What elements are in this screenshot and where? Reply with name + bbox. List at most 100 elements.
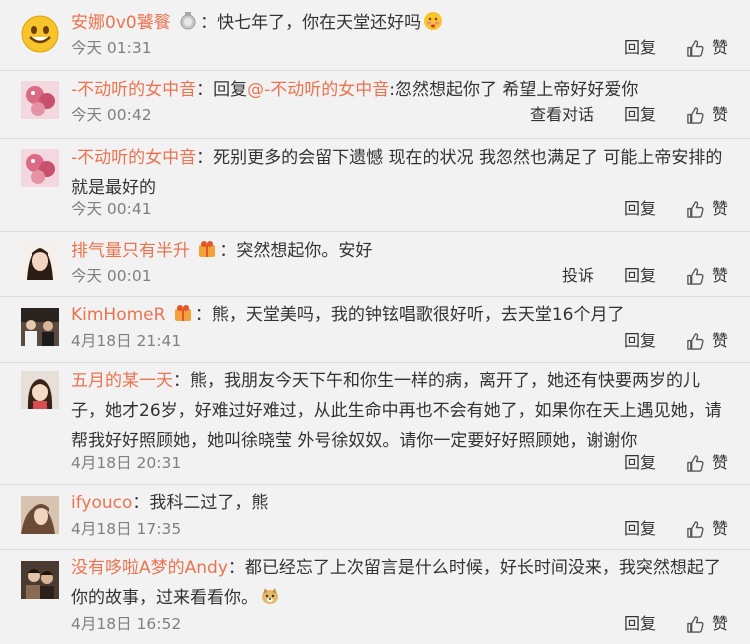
thumbs-up-icon: [687, 615, 704, 633]
comment-actions: 回复 赞: [624, 519, 728, 539]
reply-button[interactable]: 回复: [624, 331, 656, 351]
comment-actions: 回复 赞: [624, 331, 728, 351]
comment-text: ：我科二过了，熊: [132, 493, 269, 513]
comment-body: 五月的某一天：熊，我朋友今天下午和你生一样的病，离开了，她还有快要两岁的儿子，她…: [71, 366, 732, 456]
comment-text: :忽然想起你了 希望上帝好好爱你: [389, 80, 639, 100]
comment-actions: 投诉 回复 赞: [562, 266, 728, 286]
like-label: 赞: [711, 614, 728, 633]
like-button[interactable]: 赞: [686, 614, 728, 634]
username[interactable]: ifyouco: [71, 493, 132, 513]
doge-emoji-icon: [260, 586, 280, 606]
comment-text: ：熊，天堂美吗，我的钟铉唱歌很好听，去天堂16个月了: [194, 305, 625, 325]
portrait-photo-icon: [21, 496, 59, 534]
comment-body: KimHomeR ：熊，天堂美吗，我的钟铉唱歌很好听，去天堂16个月了: [71, 300, 732, 330]
thumbs-up-icon: [687, 39, 704, 57]
yellow-smiley-icon: [21, 15, 59, 53]
avatar[interactable]: [21, 496, 59, 534]
reply-button[interactable]: 回复: [624, 199, 656, 219]
like-label: 赞: [711, 331, 728, 350]
username[interactable]: 没有哆啦A梦的Andy: [71, 558, 228, 578]
like-label: 赞: [711, 453, 728, 472]
timestamp: 今天 00:01: [71, 267, 152, 285]
comment-item: 排气量只有半升 ：突然想起你。安好 今天 00:01 投诉 回复 赞: [0, 232, 750, 297]
thumbs-up-icon: [687, 520, 704, 538]
comment-actions: 查看对话 回复 赞: [530, 105, 728, 125]
like-button[interactable]: 赞: [686, 38, 728, 58]
thumbs-up-icon: [687, 200, 704, 218]
comment-body: -不动听的女中音：死别更多的会留下遗憾 现在的状况 我忽然也满足了 可能上帝安排…: [71, 143, 732, 203]
username[interactable]: 五月的某一天: [71, 371, 173, 391]
avatar[interactable]: [21, 371, 59, 409]
like-button[interactable]: 赞: [686, 519, 728, 539]
like-button[interactable]: 赞: [686, 453, 728, 473]
avatar[interactable]: [21, 308, 59, 346]
report-button[interactable]: 投诉: [562, 266, 594, 286]
reply-button[interactable]: 回复: [624, 266, 656, 286]
comment-body: 安娜0v0饕餮 ：快七年了，你在天堂还好吗: [71, 8, 732, 38]
reply-button[interactable]: 回复: [624, 105, 656, 125]
pink-cartoon-icon: [21, 149, 59, 187]
reply-button[interactable]: 回复: [624, 38, 656, 58]
comment-item: -不动听的女中音：死别更多的会留下遗憾 现在的状况 我忽然也满足了 可能上帝安排…: [0, 139, 750, 232]
comment-body: 排气量只有半升 ：突然想起你。安好: [71, 236, 732, 266]
comment-body: -不动听的女中音：回复@-不动听的女中音:忽然想起你了 希望上帝好好爱你: [71, 75, 732, 105]
avatar[interactable]: [21, 561, 59, 599]
thumbs-up-icon: [687, 332, 704, 350]
thumbs-up-icon: [687, 267, 704, 285]
reply-button[interactable]: 回复: [624, 519, 656, 539]
username[interactable]: KimHomeR: [71, 305, 165, 325]
like-label: 赞: [711, 519, 728, 538]
gift-badge-icon: [173, 303, 193, 323]
reply-prefix: ：回复: [196, 80, 248, 100]
comment-item: 没有哆啦A梦的Andy：都已经忘了上次留言是什么时候，好长时间没来，我突然想起了…: [0, 550, 750, 644]
view-conversation-button[interactable]: 查看对话: [530, 105, 594, 125]
avatar[interactable]: [21, 242, 59, 280]
gift-badge-icon: [197, 239, 217, 259]
woman-photo-icon: [21, 242, 59, 280]
like-button[interactable]: 赞: [686, 105, 728, 125]
timestamp: 4月18日 17:35: [71, 520, 182, 538]
comment-item: 安娜0v0饕餮 ：快七年了，你在天堂还好吗 今天 01:31 回复 赞: [0, 0, 750, 71]
comment-item: ifyouco：我科二过了，熊 4月18日 17:35 回复 赞: [0, 485, 750, 550]
comment-text: ：快七年了，你在天堂还好吗: [200, 13, 422, 33]
avatar[interactable]: [21, 149, 59, 187]
comment-list: 安娜0v0饕餮 ：快七年了，你在天堂还好吗 今天 01:31 回复 赞 -不动听…: [0, 0, 750, 644]
username[interactable]: 排气量只有半升: [71, 241, 190, 261]
like-label: 赞: [711, 199, 728, 218]
like-label: 赞: [711, 266, 728, 285]
reply-button[interactable]: 回复: [624, 453, 656, 473]
username[interactable]: -不动听的女中音: [71, 80, 196, 100]
timestamp: 今天 00:42: [71, 106, 152, 124]
like-button[interactable]: 赞: [686, 331, 728, 351]
avatar[interactable]: [21, 15, 59, 53]
comment-item: KimHomeR ：熊，天堂美吗，我的钟铉唱歌很好听，去天堂16个月了 4月18…: [0, 297, 750, 363]
medal-icon: [178, 11, 198, 31]
group-photo-icon: [21, 308, 59, 346]
blush-emoji-icon: [423, 11, 443, 31]
comment-body: 没有哆啦A梦的Andy：都已经忘了上次留言是什么时候，好长时间没来，我突然想起了…: [71, 553, 732, 613]
timestamp: 今天 00:41: [71, 200, 152, 218]
timestamp: 4月18日 21:41: [71, 332, 182, 350]
like-label: 赞: [711, 38, 728, 57]
like-button[interactable]: 赞: [686, 266, 728, 286]
timestamp: 4月18日 20:31: [71, 454, 182, 472]
mention-link[interactable]: @-不动听的女中音: [247, 80, 389, 100]
reply-button[interactable]: 回复: [624, 614, 656, 634]
comment-actions: 回复 赞: [624, 199, 728, 219]
like-button[interactable]: 赞: [686, 199, 728, 219]
comment-actions: 回复 赞: [624, 38, 728, 58]
comment-item: 五月的某一天：熊，我朋友今天下午和你生一样的病，离开了，她还有快要两岁的儿子，她…: [0, 363, 750, 485]
avatar[interactable]: [21, 81, 59, 119]
timestamp: 今天 01:31: [71, 39, 152, 57]
thumbs-up-icon: [687, 106, 704, 124]
anime-girl-icon: [21, 371, 59, 409]
timestamp: 4月18日 16:52: [71, 615, 182, 633]
username[interactable]: 安娜0v0饕餮: [71, 13, 171, 33]
comment-actions: 回复 赞: [624, 453, 728, 473]
comment-body: ifyouco：我科二过了，熊: [71, 488, 732, 518]
like-label: 赞: [711, 105, 728, 124]
username[interactable]: -不动听的女中音: [71, 148, 196, 168]
comment-text: ：突然想起你。安好: [219, 241, 373, 261]
thumbs-up-icon: [687, 454, 704, 472]
pink-cartoon-icon: [21, 81, 59, 119]
